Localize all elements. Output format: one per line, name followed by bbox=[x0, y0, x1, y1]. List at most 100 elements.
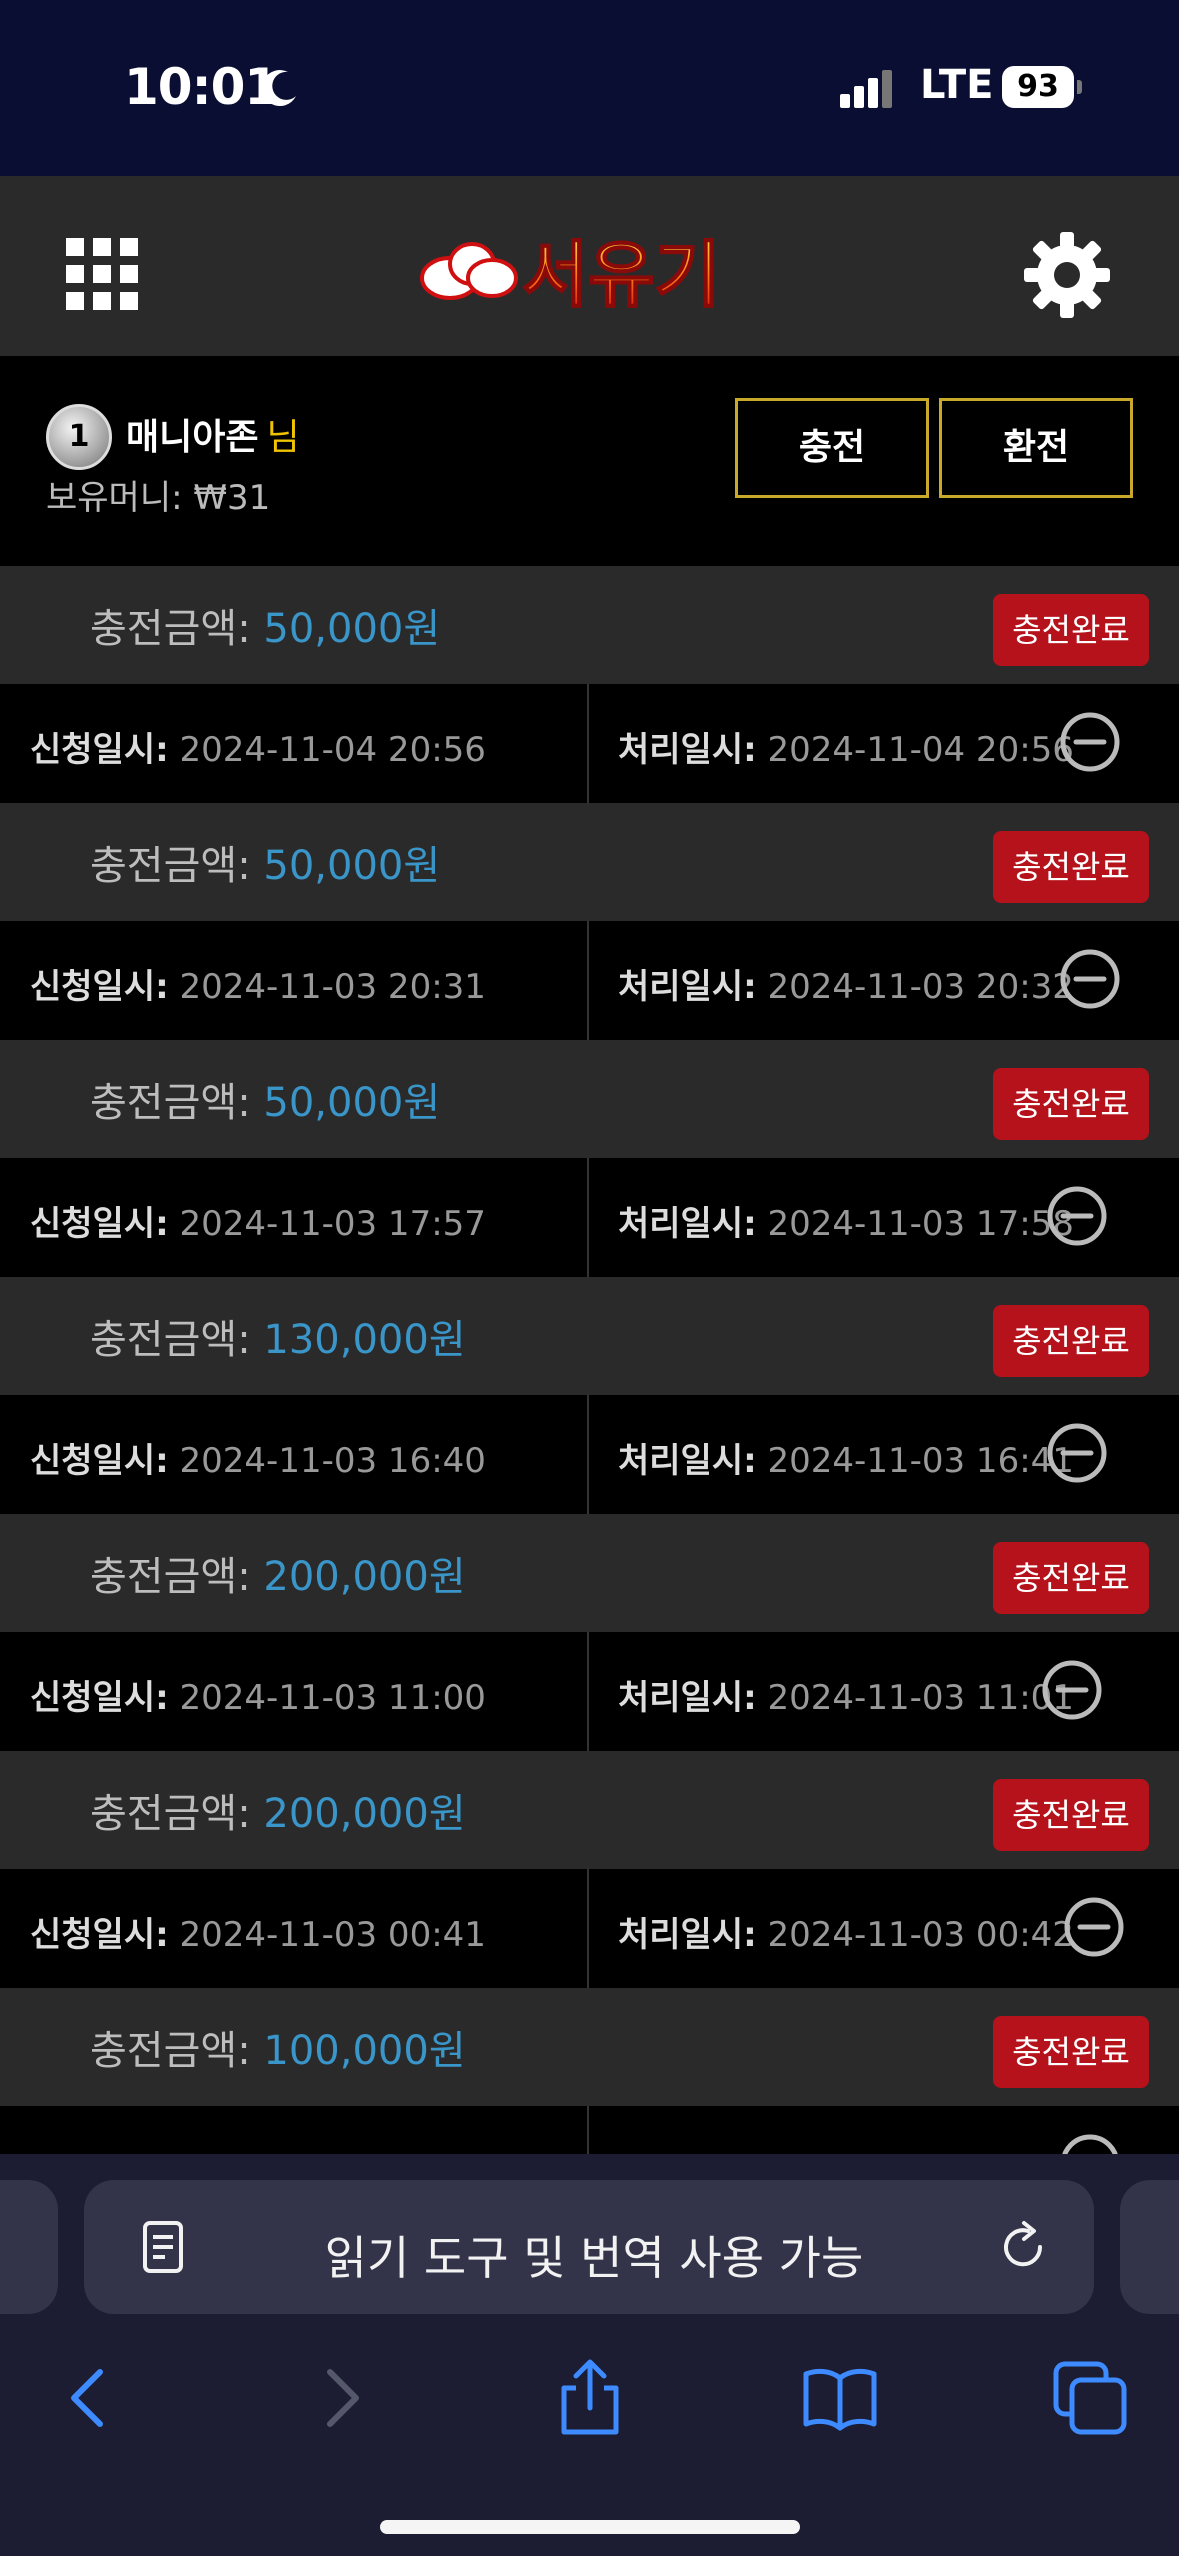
request-date-value: 2024-11-03 20:31 bbox=[179, 967, 486, 1007]
date-divider bbox=[587, 1869, 589, 1988]
processed-date-value: 2024-11-03 16:41 bbox=[767, 1441, 1074, 1481]
charge-record: 충전금액: 200,000원 충전완료 신청일시: 2024-11-03 11:00… bbox=[0, 1514, 1179, 1751]
processed-date-value: 2024-11-04 20:56 bbox=[767, 730, 1074, 770]
amount-key: 충전금액: bbox=[90, 606, 264, 652]
cancel-icon[interactable] bbox=[1058, 947, 1122, 1011]
amount-value: 50,000원 bbox=[263, 1080, 441, 1126]
amount-key: 충전금액: bbox=[90, 1317, 264, 1363]
amount-row: 충전금액: 50,000원 충전완료 bbox=[0, 803, 1179, 921]
charge-history-list: 충전금액: 50,000원 충전완료 신청일시: 2024-11-04 20:56 처… bbox=[0, 566, 1179, 2225]
processed-date-value: 2024-11-03 00:42 bbox=[767, 1915, 1074, 1955]
exchange-button[interactable]: 환전 bbox=[939, 398, 1133, 498]
amount-row: 충전금액: 130,000원 충전완료 bbox=[0, 1277, 1179, 1395]
charge-record: 충전금액: 50,000원 충전완료신청일시: 2024-11-03 20:31 처… bbox=[0, 803, 1179, 1040]
cancel-icon[interactable] bbox=[1058, 710, 1122, 774]
status-badge: 충전완료 bbox=[993, 1068, 1149, 1140]
battery-level: 93 bbox=[1002, 66, 1074, 108]
address-bar[interactable]: 읽기 도구 및 번역 사용 가능 bbox=[84, 2180, 1094, 2314]
dates-row: 신청일시: 2024-11-03 17:57 처리일시: 2024-11-03 1… bbox=[0, 1158, 1179, 1277]
request-date-value: 2024-11-03 16:40 bbox=[179, 1441, 486, 1481]
amount-row: 충전금액: 200,000원 충전완료 bbox=[0, 1751, 1179, 1869]
amount-value: 200,000원 bbox=[263, 1791, 466, 1837]
amount-value: 50,000원 bbox=[263, 606, 441, 652]
amount-row: 충전금액: 100,000원 충전완료 bbox=[0, 1988, 1179, 2106]
request-date-label: 신청일시: bbox=[30, 1204, 169, 1244]
processed-date-label: 처리일시: bbox=[618, 967, 757, 1007]
request-date: 신청일시: 2024-11-04 20:56 bbox=[30, 722, 486, 771]
request-date-label: 신청일시: bbox=[30, 1678, 169, 1718]
status-time: 10:01 bbox=[124, 58, 279, 116]
forward-icon[interactable] bbox=[302, 2358, 382, 2438]
back-icon[interactable] bbox=[48, 2358, 128, 2438]
site-logo[interactable]: 서유기 bbox=[410, 220, 770, 320]
grid-menu-icon[interactable] bbox=[66, 238, 138, 310]
balance-text: 보유머니: ₩31 bbox=[46, 478, 271, 518]
status-badge: 충전완료 bbox=[993, 831, 1149, 903]
logo-text: 서유기 bbox=[522, 233, 721, 317]
charge-button[interactable]: 충전 bbox=[735, 398, 929, 498]
amount-row: 충전금액: 50,000원 충전완료 bbox=[0, 1040, 1179, 1158]
processed-date: 처리일시: 2024-11-03 20:32 bbox=[618, 959, 1074, 1008]
address-bar-text: 읽기 도구 및 번역 사용 가능 bbox=[324, 2231, 864, 2285]
request-date-value: 2024-11-04 20:56 bbox=[179, 730, 486, 770]
request-date: 신청일시: 2024-11-03 00:41 bbox=[30, 1907, 486, 1956]
dates-row: 신청일시: 2024-11-03 00:41 처리일시: 2024-11-03 0… bbox=[0, 1869, 1179, 1988]
dates-row: 신청일시: 2024-11-03 11:00 처리일시: 2024-11-03 1… bbox=[0, 1632, 1179, 1751]
processed-date-label: 처리일시: bbox=[618, 1678, 757, 1718]
processed-date-value: 2024-11-03 11:01 bbox=[767, 1678, 1074, 1718]
amount-value: 100,000원 bbox=[263, 2028, 466, 2074]
date-divider bbox=[587, 1395, 589, 1514]
request-date-label: 신청일시: bbox=[30, 1915, 169, 1955]
level-badge-icon: 1 bbox=[46, 404, 112, 470]
cancel-icon[interactable] bbox=[1045, 1421, 1109, 1485]
request-date: 신청일시: 2024-11-03 16:40 bbox=[30, 1433, 486, 1482]
home-indicator[interactable] bbox=[380, 2520, 800, 2534]
cancel-icon[interactable] bbox=[1040, 1658, 1104, 1722]
amount-label: 충전금액: 50,000원 bbox=[90, 596, 440, 654]
request-date-value: 2024-11-03 00:41 bbox=[179, 1915, 486, 1955]
request-date-value: 2024-11-03 11:00 bbox=[179, 1678, 486, 1718]
amount-key: 충전금액: bbox=[90, 1791, 264, 1837]
next-tab-preview[interactable] bbox=[1120, 2180, 1179, 2314]
processed-date: 처리일시: 2024-11-03 00:42 bbox=[618, 1907, 1074, 1956]
amount-label: 충전금액: 50,000원 bbox=[90, 1070, 440, 1128]
request-date: 신청일시: 2024-11-03 20:31 bbox=[30, 959, 486, 1008]
date-divider bbox=[587, 684, 589, 803]
cancel-icon[interactable] bbox=[1045, 1184, 1109, 1248]
amount-label: 충전금액: 130,000원 bbox=[90, 1307, 466, 1365]
gear-icon[interactable] bbox=[1022, 230, 1112, 320]
dates-row: 신청일시: 2024-11-03 20:31 처리일시: 2024-11-03 2… bbox=[0, 921, 1179, 1040]
network-type: LTE bbox=[920, 62, 994, 108]
processed-date-label: 처리일시: bbox=[618, 730, 757, 770]
share-icon[interactable] bbox=[550, 2358, 630, 2438]
request-date-label: 신청일시: bbox=[30, 1441, 169, 1481]
reload-icon[interactable] bbox=[994, 2218, 1052, 2276]
reader-icon[interactable] bbox=[134, 2218, 192, 2276]
status-badge: 충전완료 bbox=[993, 2016, 1149, 2088]
status-badge: 충전완료 bbox=[993, 1779, 1149, 1851]
username-suffix: 님 bbox=[266, 417, 300, 458]
amount-key: 충전금액: bbox=[90, 1080, 264, 1126]
previous-tab-preview[interactable] bbox=[0, 2180, 58, 2314]
bookmarks-icon[interactable] bbox=[800, 2358, 880, 2438]
amount-value: 130,000원 bbox=[263, 1317, 466, 1363]
amount-value: 200,000원 bbox=[263, 1554, 466, 1600]
charge-record: 충전금액: 200,000원 충전완료신청일시: 2024-11-03 00:41… bbox=[0, 1751, 1179, 1988]
dates-row: 신청일시: 2024-11-04 20:56 처리일시: 2024-11-04 2… bbox=[0, 684, 1179, 803]
charge-record: 충전금액: 50,000원 충전완료신청일시: 2024-11-04 20:56 처… bbox=[0, 566, 1179, 803]
request-date-value: 2024-11-03 17:57 bbox=[179, 1204, 486, 1244]
processed-date-label: 처리일시: bbox=[618, 1204, 757, 1244]
user-info-bar: 1 매니아존 님 보유머니: ₩31 충전 환전 bbox=[0, 356, 1179, 556]
amount-key: 충전금액: bbox=[90, 843, 264, 889]
amount-row: 충전금액: 50,000원 충전완료 bbox=[0, 566, 1179, 684]
date-divider bbox=[587, 1632, 589, 1751]
processed-date: 처리일시: 2024-11-03 16:41 bbox=[618, 1433, 1074, 1482]
tabs-icon[interactable] bbox=[1050, 2358, 1130, 2438]
processed-date-label: 처리일시: bbox=[618, 1441, 757, 1481]
cancel-icon[interactable] bbox=[1062, 1895, 1126, 1959]
amount-label: 충전금액: 100,000원 bbox=[90, 2018, 466, 2076]
processed-date: 처리일시: 2024-11-03 11:01 bbox=[618, 1670, 1074, 1719]
charge-record: 충전금액: 130,000원 충전완료신청일시: 2024-11-03 16:40… bbox=[0, 1277, 1179, 1514]
amount-key: 충전금액: bbox=[90, 2028, 264, 2074]
processed-date-value: 2024-11-03 17:58 bbox=[767, 1204, 1074, 1244]
